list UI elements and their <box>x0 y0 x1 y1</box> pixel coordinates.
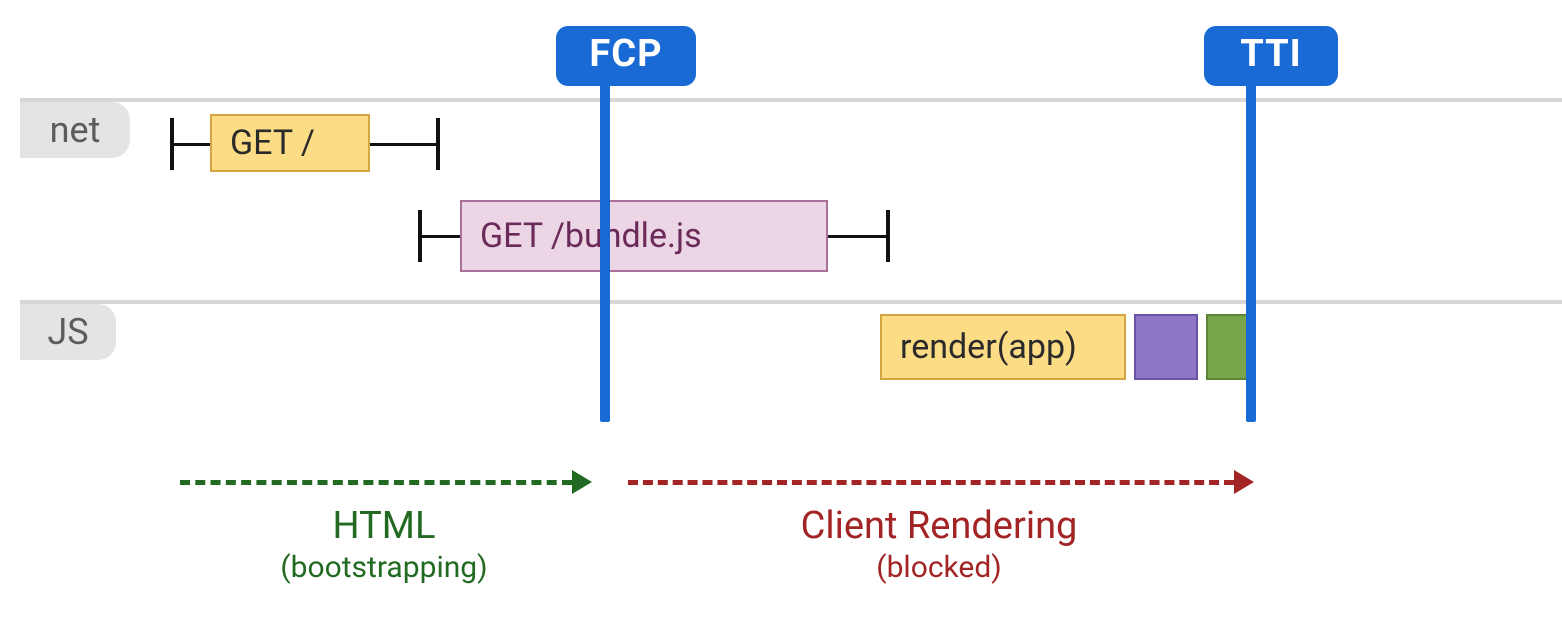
fcp-marker-line <box>600 82 610 422</box>
net-get-root-label: GET / <box>230 123 315 163</box>
get-root-whisker-left <box>174 143 210 146</box>
get-bundle-whisker-right <box>828 235 886 238</box>
phase-client-arrow-head <box>1234 470 1254 494</box>
get-root-whisker-end-cap <box>436 118 440 170</box>
fcp-badge-label: FCP <box>589 32 662 76</box>
timeline-diagram: FCP TTI net JS GET / GET /bundle.js rend… <box>0 0 1562 628</box>
phase-html-title: HTML <box>333 504 436 548</box>
phase-html-label: HTML (bootstrapping) <box>180 505 588 585</box>
tti-badge: TTI <box>1204 26 1338 86</box>
net-get-bundle-label: GET /bundle.js <box>480 216 702 256</box>
get-bundle-whisker-end-cap <box>886 210 890 262</box>
js-render-label: render(app) <box>900 327 1077 367</box>
phase-html-sub: (bootstrapping) <box>180 551 588 586</box>
net-get-root-box: GET / <box>210 114 370 172</box>
divider-net <box>20 98 1562 102</box>
get-root-whisker-right <box>370 143 436 146</box>
row-label-js-text: JS <box>47 311 88 353</box>
phase-client-arrow <box>628 480 1234 485</box>
phase-client-title: Client Rendering <box>801 504 1078 548</box>
tti-marker-line <box>1246 82 1256 422</box>
tti-badge-label: TTI <box>1240 32 1302 76</box>
phase-client-sub: (blocked) <box>628 551 1250 586</box>
get-bundle-whisker-left <box>422 235 460 238</box>
row-label-net-text: net <box>50 109 101 151</box>
row-label-js: JS <box>20 304 116 360</box>
js-purple-box <box>1134 314 1198 380</box>
phase-html-arrow <box>180 480 572 485</box>
js-render-box: render(app) <box>880 314 1126 380</box>
phase-html-arrow-head <box>572 470 592 494</box>
row-label-net: net <box>20 102 130 158</box>
phase-client-label: Client Rendering (blocked) <box>628 505 1250 585</box>
fcp-badge: FCP <box>556 26 696 86</box>
divider-js <box>20 300 1562 304</box>
net-get-bundle-box: GET /bundle.js <box>460 200 828 272</box>
